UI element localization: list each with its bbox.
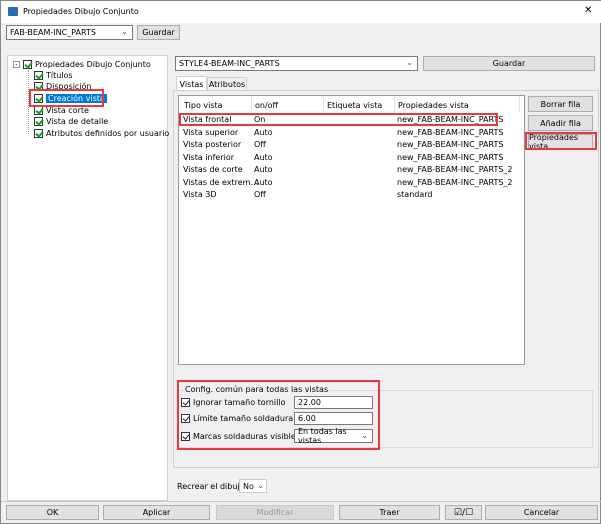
recreate-select[interactable]: No ⌄ bbox=[239, 479, 267, 493]
chevron-down-icon: ⌄ bbox=[257, 481, 264, 490]
delete-row-button[interactable]: Borrar fila bbox=[528, 96, 593, 112]
header-tipo-vista[interactable]: Tipo vista bbox=[184, 101, 223, 110]
table-cell: Vistas de corte bbox=[183, 165, 243, 174]
table-cell: Auto bbox=[254, 128, 273, 137]
chevron-down-icon: ⌄ bbox=[406, 58, 413, 67]
highlight-box bbox=[525, 132, 597, 150]
tree-item-label: Atributos definidos por usuario bbox=[46, 129, 170, 138]
tree-item-titulos[interactable]: Títulos bbox=[34, 70, 73, 81]
highlight-box bbox=[179, 113, 498, 126]
table-cell: Auto bbox=[254, 153, 273, 162]
col-divider[interactable] bbox=[394, 96, 395, 112]
tree-item-label: Vista de detalle bbox=[46, 117, 109, 126]
tab-vistas[interactable]: Vistas bbox=[176, 76, 207, 91]
window-title: Propiedades Dibujo Conjunto bbox=[23, 7, 139, 16]
save-style-button[interactable]: Guardar bbox=[423, 56, 595, 71]
table-row[interactable]: Vistas de corte Auto new_FAB-BEAM-INC_PART… bbox=[183, 165, 518, 177]
recreate-label: Recrear el dibujo bbox=[177, 482, 245, 491]
table-cell: new_FAB-BEAM-INC_PARTS bbox=[397, 128, 504, 137]
checkbox-icon[interactable] bbox=[34, 106, 43, 115]
table-row[interactable]: Vista 3D Off standard bbox=[183, 190, 518, 202]
tree-panel: - Propiedades Dibujo Conjunto Títulos Di… bbox=[7, 55, 169, 501]
checkbox-icon[interactable] bbox=[34, 129, 43, 138]
highlight-box bbox=[177, 380, 380, 450]
table-cell: Vista inferior bbox=[183, 153, 234, 162]
col-divider[interactable] bbox=[251, 96, 252, 112]
table-cell: Off bbox=[254, 190, 266, 199]
table-cell: Auto bbox=[254, 165, 273, 174]
modify-button[interactable]: Modificar bbox=[216, 505, 334, 520]
table-row[interactable]: Vistas de extrem… Auto new_FAB-BEAM-INC_PA… bbox=[183, 178, 518, 190]
table-cell: Auto bbox=[254, 178, 273, 187]
checkbox-icon[interactable] bbox=[23, 60, 32, 69]
table-cell: Vista 3D bbox=[183, 190, 217, 199]
highlight-box bbox=[29, 89, 104, 107]
tree-item-label: Vista corte bbox=[46, 106, 89, 115]
style-select[interactable]: STYLE4-BEAM-INC_PARTS ⌄ bbox=[175, 56, 418, 71]
style-value: STYLE4-BEAM-INC_PARTS bbox=[179, 59, 280, 68]
table-cell: Vistas de extrem… bbox=[183, 178, 259, 187]
table-cell: Vista posterior bbox=[183, 140, 242, 149]
get-button[interactable]: Traer bbox=[339, 505, 440, 520]
tree-root-label: Propiedades Dibujo Conjunto bbox=[35, 60, 151, 69]
ok-button[interactable]: OK bbox=[6, 505, 99, 520]
table-cell: Off bbox=[254, 140, 266, 149]
chevron-down-icon: ⌄ bbox=[121, 27, 128, 36]
table-row[interactable]: Vista superior Auto new_FAB-BEAM-INC_PARTS bbox=[183, 128, 518, 140]
tree-root[interactable]: Propiedades Dibujo Conjunto bbox=[23, 59, 151, 70]
table-row[interactable]: Vista inferior Auto new_FAB-BEAM-INC_PARTS bbox=[183, 153, 518, 165]
col-divider[interactable] bbox=[323, 96, 324, 112]
preset-value: FAB-BEAM-INC_PARTS bbox=[10, 28, 96, 37]
save-preset-button[interactable]: Guardar bbox=[137, 25, 180, 40]
table-cell: standard bbox=[397, 190, 433, 199]
preset-select[interactable]: FAB-BEAM-INC_PARTS ⌄ bbox=[6, 25, 133, 40]
add-row-button[interactable]: Añadir fila bbox=[528, 115, 593, 131]
table-row[interactable]: Vista posterior Off new_FAB-BEAM-INC_PARTS bbox=[183, 140, 518, 152]
toggle-all-button[interactable]: ☑/☐ bbox=[445, 505, 482, 520]
title-bar: Propiedades Dibujo Conjunto ✕ bbox=[1, 1, 601, 23]
checkbox-icon[interactable] bbox=[34, 117, 43, 126]
table-cell: new_FAB-BEAM-INC_PARTS_2 bbox=[397, 165, 513, 174]
table-cell: new_FAB-BEAM-INC_PARTS bbox=[397, 153, 504, 162]
recreate-value: No bbox=[243, 481, 254, 491]
table-cell: new_FAB-BEAM-INC_PARTS_2 bbox=[397, 178, 513, 187]
header-etiqueta[interactable]: Etiqueta vista bbox=[327, 101, 382, 110]
header-on-off[interactable]: on/off bbox=[255, 101, 278, 110]
tree-item-label: Títulos bbox=[46, 71, 73, 80]
apply-button[interactable]: Aplicar bbox=[103, 505, 210, 520]
collapse-icon[interactable]: - bbox=[13, 61, 20, 68]
col-divider[interactable] bbox=[519, 96, 520, 112]
tree-item-atributos-usuario[interactable]: Atributos definidos por usuario bbox=[34, 128, 169, 139]
app-icon bbox=[8, 7, 18, 16]
table-cell: new_FAB-BEAM-INC_PARTS bbox=[397, 140, 504, 149]
table-header: Tipo vista on/off Etiqueta vista Propied… bbox=[179, 96, 524, 112]
header-propiedades[interactable]: Propiedades vista bbox=[398, 101, 469, 110]
divider bbox=[1, 501, 601, 502]
tree-item-vista-detalle[interactable]: Vista de detalle bbox=[34, 116, 108, 127]
tab-atributos[interactable]: Atributos bbox=[207, 77, 247, 91]
close-icon[interactable]: ✕ bbox=[584, 5, 592, 16]
checkbox-icon[interactable] bbox=[34, 71, 43, 80]
cancel-button[interactable]: Cancelar bbox=[485, 505, 598, 520]
table-cell: Vista superior bbox=[183, 128, 239, 137]
